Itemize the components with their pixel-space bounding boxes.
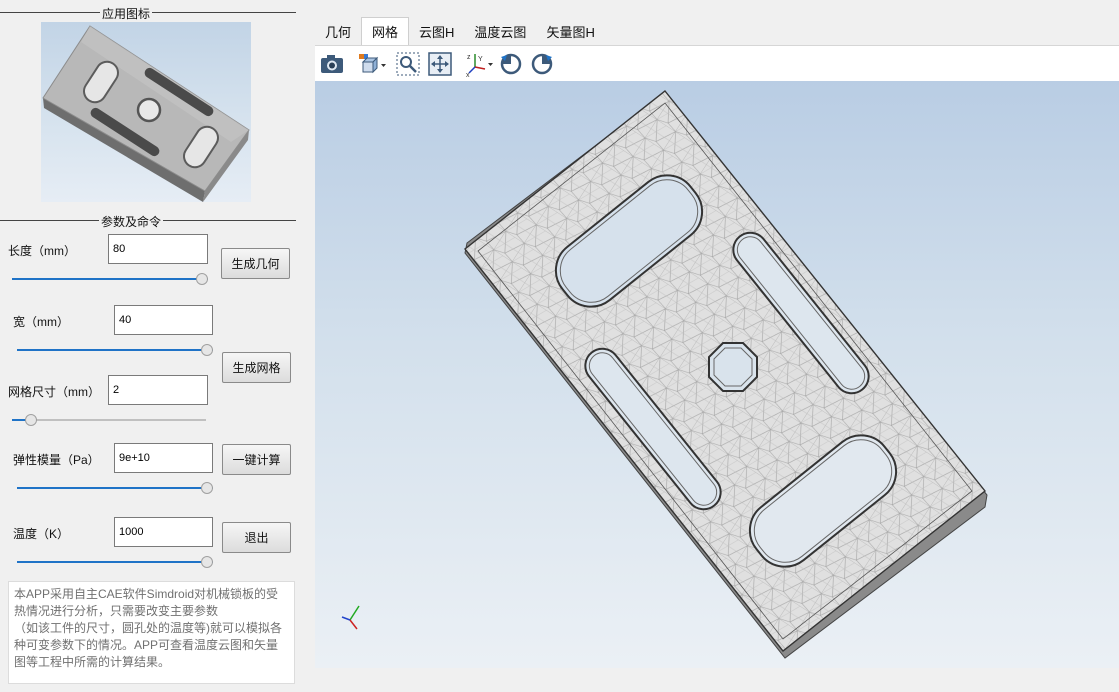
tab-mesh[interactable]: 网格 [361, 17, 410, 45]
generate-geometry-button[interactable]: 生成几何 [221, 248, 290, 279]
tab-temperature-contour[interactable]: 温度云图 [464, 17, 536, 45]
width-slider[interactable] [17, 343, 213, 357]
params-section-title: 参数及命令 [99, 213, 164, 230]
temperature-slider-track [17, 561, 213, 563]
mesh-size-slider-thumb[interactable] [25, 414, 37, 426]
width-slider-thumb[interactable] [201, 344, 213, 356]
temperature-label: 温度（K） [13, 527, 70, 541]
length-input[interactable] [108, 234, 208, 264]
mesh-size-slider[interactable] [12, 413, 206, 427]
length-slider[interactable] [12, 272, 208, 286]
viewer-toolbar: zYx [315, 45, 1119, 81]
app-icon-image [41, 22, 251, 202]
mesh-model [341, 90, 988, 659]
svg-text:Y: Y [478, 56, 483, 63]
elastic-modulus-input[interactable] [114, 443, 213, 473]
camera-icon[interactable] [319, 51, 345, 77]
width-input[interactable] [114, 305, 213, 335]
app-description: 本APP采用自主CAE软件Simdroid对机械锁板的受热情况进行分析，只需要改… [8, 581, 295, 684]
zoom-fit-icon[interactable] [395, 51, 421, 77]
width-slider-track [17, 349, 213, 351]
tab-vector[interactable]: 矢量图H [536, 17, 604, 45]
elastic-modulus-slider[interactable] [17, 481, 213, 495]
zoom-extents-icon[interactable] [427, 51, 453, 77]
compute-button[interactable]: 一键计算 [222, 444, 291, 475]
tab-geometry[interactable]: 几何 [315, 17, 361, 45]
length-label: 长度（mm） [8, 244, 76, 258]
width-label: 宽（mm） [13, 315, 69, 329]
mesh-size-input[interactable] [108, 375, 208, 405]
temperature-input[interactable] [114, 517, 213, 547]
params-section-header: 参数及命令 [0, 213, 296, 230]
mesh-plate [464, 90, 988, 659]
temperature-slider-thumb[interactable] [201, 556, 213, 568]
generate-mesh-button[interactable]: 生成网格 [222, 352, 291, 383]
axis-triad-icon [341, 605, 360, 630]
elastic-modulus-slider-thumb[interactable] [201, 482, 213, 494]
mesh-viewport[interactable] [315, 81, 1119, 668]
icon-section-header: 应用图标 [0, 5, 296, 22]
length-slider-track [12, 278, 208, 280]
icon-section-title: 应用图标 [100, 5, 153, 22]
svg-text:z: z [467, 54, 471, 61]
elastic-modulus-slider-track [17, 487, 213, 489]
axes-dropdown-icon[interactable]: zYx [465, 51, 495, 77]
rotate-right-icon[interactable] [529, 51, 555, 77]
length-slider-thumb[interactable] [196, 273, 208, 285]
tab-contour[interactable]: 云图H [409, 17, 464, 45]
svg-text:x: x [466, 72, 470, 77]
mesh-size-label: 网格尺寸（mm） [8, 385, 100, 399]
temperature-slider[interactable] [17, 555, 213, 569]
view-cube-dropdown-icon[interactable] [357, 51, 387, 77]
view-tabs: 几何 网格 云图H 温度云图 矢量图H [315, 17, 605, 45]
elastic-modulus-label: 弹性模量（Pa） [13, 453, 100, 467]
rotate-left-icon[interactable] [498, 51, 524, 77]
exit-button[interactable]: 退出 [222, 522, 291, 553]
mesh-size-slider-track [12, 419, 206, 421]
